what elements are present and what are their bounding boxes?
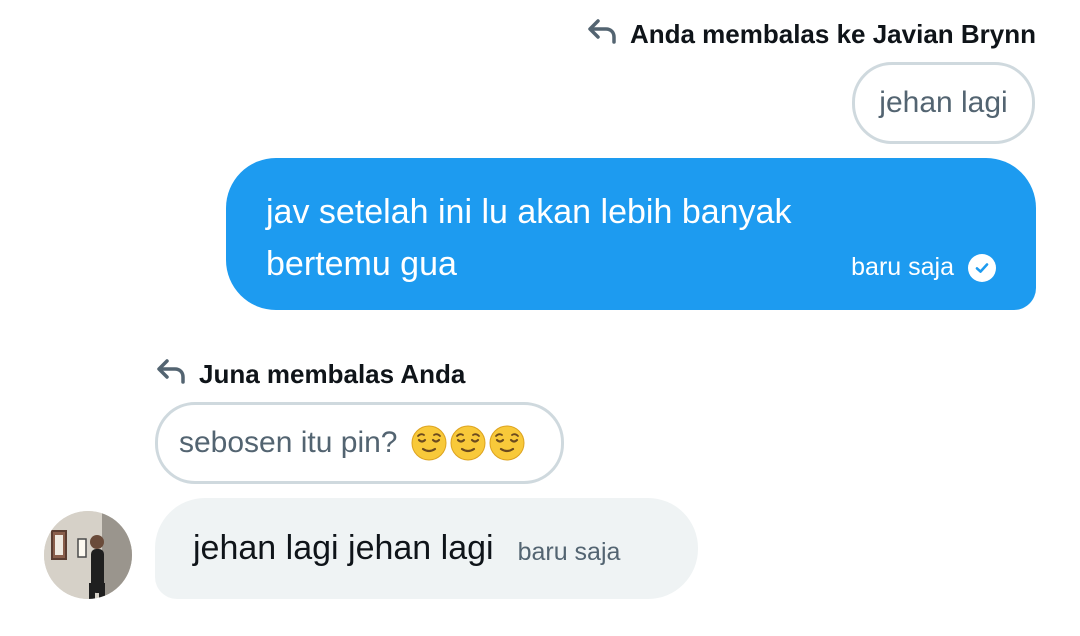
sent-message-bubble[interactable]: jav setelah ini lu akan lebih banyak ber… — [226, 158, 1036, 310]
received-message-text: jehan lagi jehan lagi — [193, 529, 494, 567]
quoted-message-incoming[interactable]: sebosen itu pin? — [155, 402, 564, 484]
outgoing-reply-label: Anda membalas ke Javian Brynn — [629, 19, 1036, 49]
quoted-message-text: jehan lagi — [879, 86, 1008, 119]
user-avatar[interactable] — [44, 511, 132, 599]
received-message-bubble[interactable]: jehan lagi jehan lagi baru saja — [155, 498, 698, 599]
quoted-message-text: sebosen itu pin? — [179, 426, 398, 459]
incoming-reply-header: Juna membalas Anda — [155, 357, 465, 392]
sent-message-meta: baru saja — [851, 253, 996, 282]
sent-message-text: jav setelah ini lu akan lebih banyak ber… — [266, 193, 792, 283]
reply-arrow-icon — [155, 357, 187, 392]
relieved-face-emoji — [411, 425, 446, 461]
relieved-face-emoji — [450, 425, 485, 461]
reply-arrow-icon — [586, 17, 618, 52]
outgoing-reply-header: Anda membalas ke Javian Brynn — [586, 17, 1036, 52]
incoming-reply-label: Juna membalas Anda — [199, 359, 466, 389]
quoted-message-outgoing[interactable]: jehan lagi — [852, 62, 1035, 144]
sent-message-time: baru saja — [851, 253, 954, 281]
received-message-time: baru saja — [517, 538, 621, 566]
avatar-photo — [44, 511, 132, 599]
relieved-face-emoji — [489, 425, 524, 461]
check-circle-icon — [968, 253, 996, 282]
